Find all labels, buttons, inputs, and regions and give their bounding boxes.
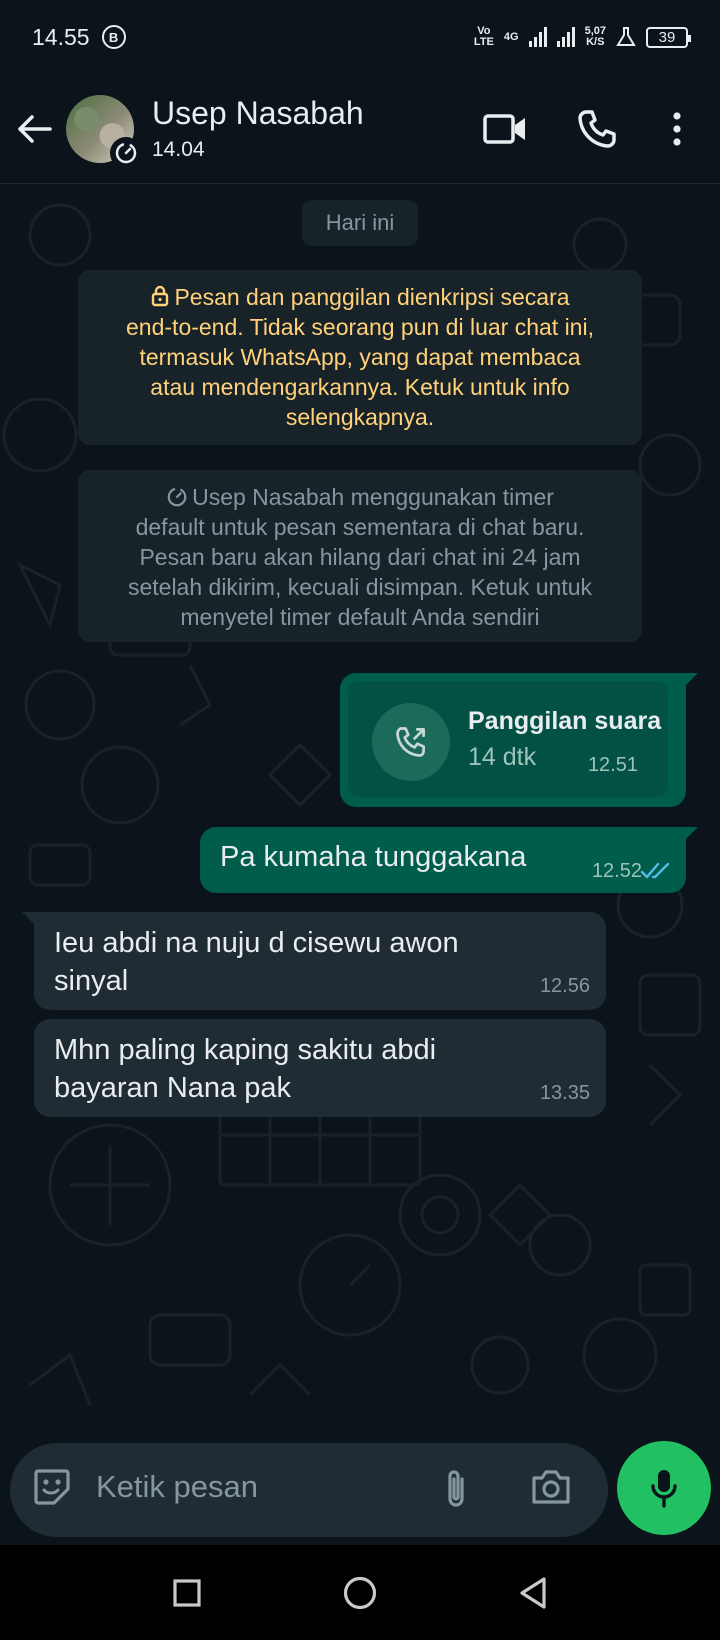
network-speed: 5,07 K/S — [584, 25, 606, 48]
lock-icon — [152, 285, 169, 307]
message-text: Pa kumaha tunggakana — [220, 841, 527, 873]
outgoing-call-icon — [396, 727, 425, 757]
recents-button[interactable] — [157, 1563, 217, 1623]
back-button[interactable] — [2, 97, 66, 161]
contact-subtitle: 14.04 — [152, 138, 205, 161]
encryption-notice[interactable]: Pesan dan panggilan dienkripsi secara en… — [78, 270, 642, 445]
outgoing-message[interactable]: Pa kumaha tunggakana 12.52 — [200, 827, 698, 893]
message-time: 12.51 — [587, 754, 638, 776]
encryption-line: Pesan dan panggilan dienkripsi secara — [174, 284, 570, 310]
video-call-icon — [483, 113, 525, 144]
app-notification-icon: B — [101, 25, 126, 49]
net-type-indicator: 4G — [503, 30, 519, 43]
message-time: 12.56 — [539, 975, 590, 997]
signal-icon — [556, 27, 575, 47]
incoming-message[interactable]: Ieu abdi na nuju d cisewu awon sinyal 12… — [22, 912, 606, 1010]
message-text-line: Mhn paling kaping sakitu abdi — [54, 1034, 437, 1066]
call-title: Panggilan suara — [468, 707, 662, 735]
message-input[interactable]: Ketik pesan — [96, 1469, 258, 1505]
avatar[interactable] — [66, 94, 142, 169]
video-call-button[interactable] — [470, 94, 540, 164]
sticker-emoji-icon[interactable] — [30, 1465, 74, 1509]
square-icon — [173, 1578, 201, 1607]
chat-area[interactable]: Hari ini Pesan dan panggilan dienkripsi … — [0, 185, 720, 1443]
voice-record-button[interactable] — [617, 1441, 711, 1535]
triangle-back-icon — [520, 1576, 546, 1609]
more-options-button[interactable] — [642, 94, 712, 164]
message-text-line: Ieu abdi na nuju d cisewu awon — [54, 927, 459, 959]
timer-line: Usep Nasabah menggunakan timer — [192, 484, 554, 510]
encryption-line: end-to-end. Tidak seorang pun di luar ch… — [126, 314, 594, 340]
system-nav-bar — [0, 1545, 720, 1640]
phone-icon — [578, 109, 616, 148]
incoming-message[interactable]: Mhn paling kaping sakitu abdi bayaran Na… — [34, 1019, 606, 1117]
message-text-line: bayaran Nana pak — [54, 1072, 291, 1104]
volte-indicator: Vo LTE — [473, 25, 494, 48]
disappearing-timer-icon — [110, 136, 142, 169]
timer-icon — [167, 487, 187, 507]
camera-icon[interactable] — [530, 1467, 572, 1507]
more-icon — [673, 111, 681, 146]
attach-icon[interactable] — [440, 1467, 472, 1513]
date-separator: Hari ini — [302, 200, 418, 246]
status-indicators: Vo LTE 4G 5,07 K/S 39 — [473, 25, 691, 48]
chat-header: Usep Nasabah 14.04 — [0, 74, 720, 184]
timer-line: Pesan baru akan hilang dari chat ini 24 … — [139, 544, 581, 570]
signal-icon — [528, 27, 547, 47]
back-nav-button[interactable] — [503, 1563, 563, 1623]
message-time: 12.52 — [591, 860, 642, 882]
contact-info[interactable]: Usep Nasabah 14.04 — [152, 95, 470, 162]
status-time: 14.55 — [32, 23, 90, 50]
status-bar: 14.55 B Vo LTE 4G 5,07 K/S 39 — [0, 0, 720, 74]
contact-name: Usep Nasabah — [152, 95, 364, 131]
back-arrow-icon — [18, 114, 52, 143]
encryption-line: termasuk WhatsApp, yang dapat membaca — [139, 344, 581, 370]
timer-line: default untuk pesan sementara di chat ba… — [135, 514, 585, 540]
home-button[interactable] — [330, 1563, 390, 1623]
call-duration: 14 dtk — [468, 743, 537, 771]
disappearing-messages-notice[interactable]: Usep Nasabah menggunakan timer default u… — [78, 470, 642, 642]
message-time: 13.35 — [539, 1082, 590, 1104]
read-ticks-icon — [640, 862, 670, 879]
mic-icon — [651, 1470, 677, 1508]
timer-line: menyetel timer default Anda sendiri — [180, 604, 540, 630]
encryption-line: atau mendengarkannya. Ketuk untuk info — [150, 374, 570, 400]
voice-call-button[interactable] — [562, 94, 632, 164]
message-composer[interactable]: Ketik pesan — [10, 1443, 608, 1537]
timer-line: setelah dikirim, kecuali disimpan. Ketuk… — [127, 574, 593, 600]
message-text-line: sinyal — [54, 965, 129, 997]
voice-call-message[interactable]: Panggilan suara 14 dtk 12.51 — [340, 673, 698, 807]
battery-icon: 39 — [646, 26, 691, 48]
flask-icon — [616, 27, 636, 46]
call-icon-circle — [372, 703, 450, 781]
circle-icon — [343, 1576, 377, 1609]
encryption-line: selengkapnya. — [285, 404, 435, 430]
